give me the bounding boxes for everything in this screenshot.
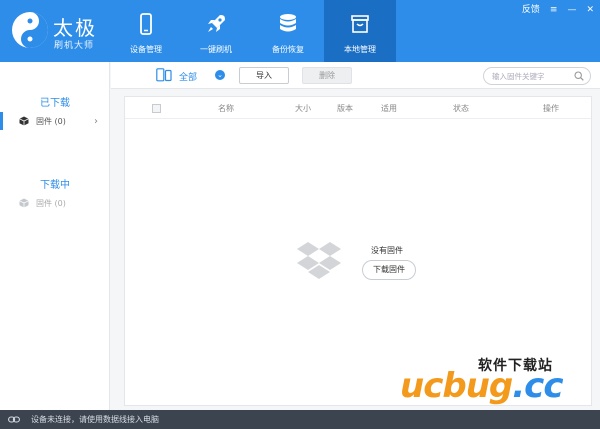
nav-one-click-flash[interactable]: 一键刷机 — [180, 0, 252, 62]
sidebar: 已下载 固件 (0) › 下载中 固件 (0) — [0, 62, 110, 410]
devices-icon — [156, 68, 172, 82]
watermark-main-text: ucbug — [400, 366, 513, 406]
chevron-right-icon: › — [94, 115, 98, 127]
column-header-applicable: 适用 — [381, 104, 397, 113]
rocket-icon — [208, 15, 225, 32]
brand-name: 太极 — [53, 16, 97, 40]
column-header-size: 大小 — [295, 104, 311, 113]
title-bar: 太极 刷机大师 设备管理 一键刷机 备份恢复 本地管理 反馈 ≡ — ✕ — [0, 0, 600, 62]
link-icon — [8, 416, 20, 423]
watermark-logo: ucbug.cc — [400, 366, 563, 406]
sidebar-item-downloaded-firmware[interactable]: 固件 (0) › — [0, 112, 110, 130]
nav-label: 一键刷机 — [200, 45, 232, 54]
search-box[interactable]: 输入固件关键字 — [483, 67, 591, 85]
search-icon[interactable] — [574, 71, 584, 81]
cube-icon — [19, 116, 29, 126]
phone-icon — [140, 13, 152, 35]
watermark-suffix: .cc — [512, 366, 563, 406]
close-icon[interactable]: ✕ — [586, 4, 594, 16]
nav-device-management[interactable]: 设备管理 — [110, 0, 182, 62]
device-filter-label[interactable]: 全部 — [179, 70, 197, 83]
search-placeholder: 输入固件关键字 — [492, 72, 545, 81]
storage-box-icon — [351, 15, 369, 33]
taichi-logo-icon — [12, 12, 48, 48]
nav-label: 本地管理 — [344, 45, 376, 54]
downloaded-heading: 已下载 — [40, 98, 70, 109]
active-indicator — [0, 194, 3, 212]
column-header-actions: 操作 — [543, 104, 559, 113]
delete-button[interactable]: 删除 — [302, 67, 352, 84]
database-icon — [280, 14, 296, 32]
import-button[interactable]: 导入 — [239, 67, 289, 84]
column-header-name: 名称 — [218, 104, 234, 113]
feedback-button[interactable]: 反馈 — [522, 4, 540, 16]
empty-state-message: 没有固件 — [371, 246, 403, 255]
empty-box-icon — [297, 242, 341, 279]
nav-label: 备份恢复 — [272, 45, 304, 54]
active-indicator — [0, 112, 3, 130]
window-controls: 反馈 ≡ — ✕ — [522, 4, 594, 16]
menu-icon[interactable]: ≡ — [550, 4, 558, 16]
sidebar-item-label: 固件 (0) — [36, 116, 66, 126]
nav-local-management[interactable]: 本地管理 — [324, 0, 396, 62]
sidebar-item-label: 固件 (0) — [36, 198, 66, 208]
column-header-version: 版本 — [337, 104, 353, 113]
nav-backup-restore[interactable]: 备份恢复 — [252, 0, 324, 62]
brand-subtitle: 刷机大师 — [54, 41, 95, 51]
connection-status-text: 设备未连接，请使用数据线接入电脑 — [31, 415, 159, 424]
dropdown-chevron-icon[interactable]: ⌄ — [215, 70, 225, 80]
downloading-heading: 下载中 — [40, 180, 70, 191]
download-firmware-button[interactable]: 下载固件 — [362, 260, 416, 280]
status-bar: 设备未连接，请使用数据线接入电脑 — [0, 410, 600, 429]
sidebar-item-downloading-firmware[interactable]: 固件 (0) — [0, 194, 110, 212]
minimize-icon[interactable]: — — [567, 4, 576, 16]
cube-icon — [19, 198, 29, 208]
select-all-checkbox[interactable] — [152, 104, 161, 113]
nav-label: 设备管理 — [130, 45, 162, 54]
table-header: 名称 大小 版本 适用 状态 操作 — [125, 97, 591, 119]
toolbar: 全部 ⌄ 导入 删除 输入固件关键字 — [111, 62, 600, 89]
column-header-status: 状态 — [453, 104, 469, 113]
